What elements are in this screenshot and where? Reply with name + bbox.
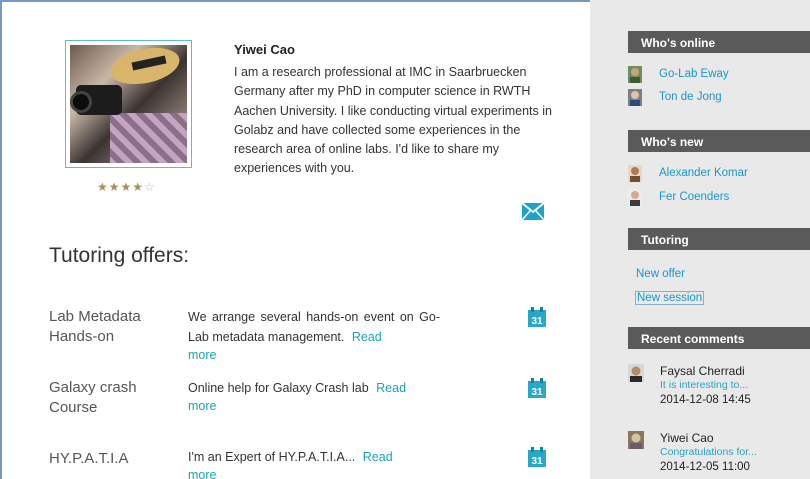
new-session-link[interactable]: New session	[635, 291, 705, 305]
tutoring-offers-title: Tutoring offers:	[49, 244, 190, 267]
user-avatar-icon	[628, 189, 642, 206]
read-more-link[interactable]: Read	[363, 450, 393, 464]
rating-stars-filled: ★★★★	[97, 180, 145, 194]
calendar-day: 31	[531, 456, 543, 467]
calendar-day: 31	[531, 387, 543, 398]
more-link[interactable]: more	[188, 467, 440, 479]
offer-title: Galaxy crash Course	[49, 379, 137, 416]
user-avatar-icon	[628, 431, 644, 449]
comment-author: Yiwei Cao	[660, 431, 714, 445]
offer-title: Lab Metadata Hands-on	[49, 308, 141, 345]
calendar-icon[interactable]: 31	[528, 378, 546, 398]
offer-description: I'm an Expert of HY.P.A.T.I.A... Read mo…	[188, 447, 440, 479]
envelope-icon[interactable]	[522, 203, 544, 220]
tutoring-header: Tutoring	[628, 228, 810, 250]
comment-author: Faysal Cherradi	[660, 364, 745, 378]
profile-photo-image	[70, 45, 187, 163]
calendar-icon[interactable]: 31	[528, 307, 546, 327]
main-content: ★★★★☆ Yiwei Cao I am a research professi…	[2, 2, 590, 479]
calendar-icon[interactable]: 31	[528, 447, 546, 467]
user-avatar-icon	[628, 165, 642, 182]
calendar-day: 31	[531, 316, 543, 327]
profile-photo[interactable]	[65, 40, 192, 168]
comment-time: 2014-12-05 11:00	[660, 461, 750, 473]
user-avatar-icon	[628, 66, 642, 83]
offer-description: We arrange several hands-on event on Go-…	[188, 310, 440, 363]
user-avatar-icon	[628, 89, 642, 106]
read-more-link[interactable]: Read	[376, 381, 406, 395]
comment-snippet-link[interactable]: Congratulations for...	[660, 446, 757, 458]
comment-snippet-link[interactable]: It is interesting to...	[660, 379, 748, 391]
whos-new-header: Who's new	[628, 130, 810, 152]
user-avatar-icon	[628, 364, 644, 382]
offer-description: Online help for Galaxy Crash lab Read mo…	[188, 378, 440, 414]
whos-online-header: Who's online	[628, 31, 810, 53]
new-offer-link[interactable]: New offer	[636, 268, 685, 280]
comment-time: 2014-12-08 14:45	[660, 394, 751, 406]
rating-stars-empty: ☆	[144, 180, 156, 194]
profile-name: Yiwei Cao	[234, 42, 295, 57]
read-more-link[interactable]: Read	[352, 330, 382, 344]
rating-stars[interactable]: ★★★★☆	[97, 180, 156, 194]
more-link[interactable]: more	[188, 347, 440, 363]
more-link[interactable]: more	[188, 398, 440, 414]
sidebar: Who's online Go-Lab Eway Ton de Jong Who…	[590, 0, 810, 479]
offer-title: HY.P.A.T.I.A	[49, 450, 129, 467]
profile-bio: I am a research professional at IMC in S…	[234, 65, 552, 176]
recent-comments-header: Recent comments	[628, 327, 810, 349]
